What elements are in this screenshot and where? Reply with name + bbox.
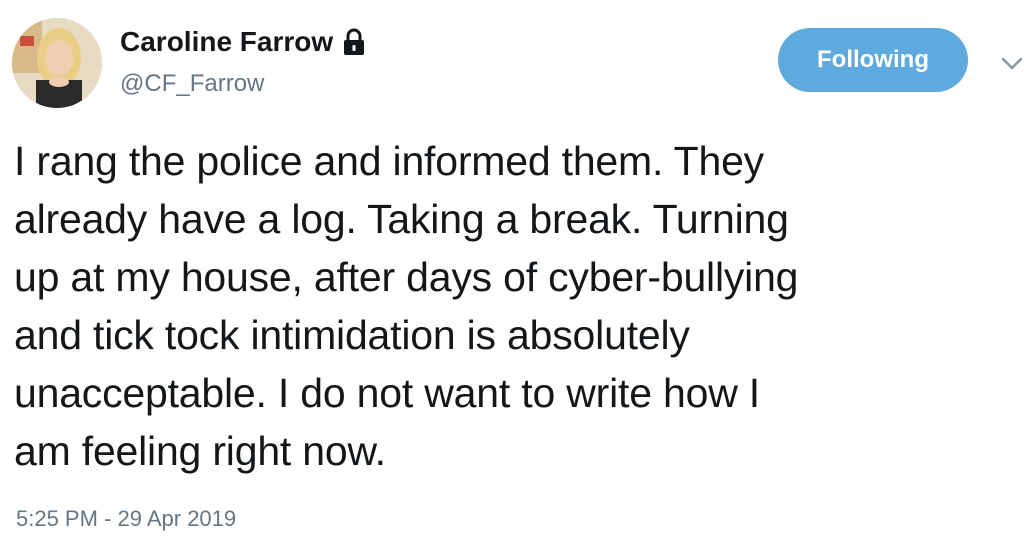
avatar[interactable] [12,18,102,108]
tweet-timestamp[interactable]: 5:25 PM - 29 Apr 2019 [16,506,236,532]
tweet-text: I rang the police and informed them. The… [14,138,799,474]
following-button[interactable]: Following [778,28,968,92]
lock-icon [341,27,367,57]
chevron-down-icon[interactable] [1000,52,1024,74]
display-name[interactable]: Caroline Farrow [120,26,333,58]
display-name-row: Caroline Farrow [120,24,367,60]
user-handle[interactable]: @CF_Farrow [120,70,264,98]
tweet-card: Caroline Farrow @CF_Farrow Following I r… [0,0,1024,554]
avatar-photo [12,18,102,108]
